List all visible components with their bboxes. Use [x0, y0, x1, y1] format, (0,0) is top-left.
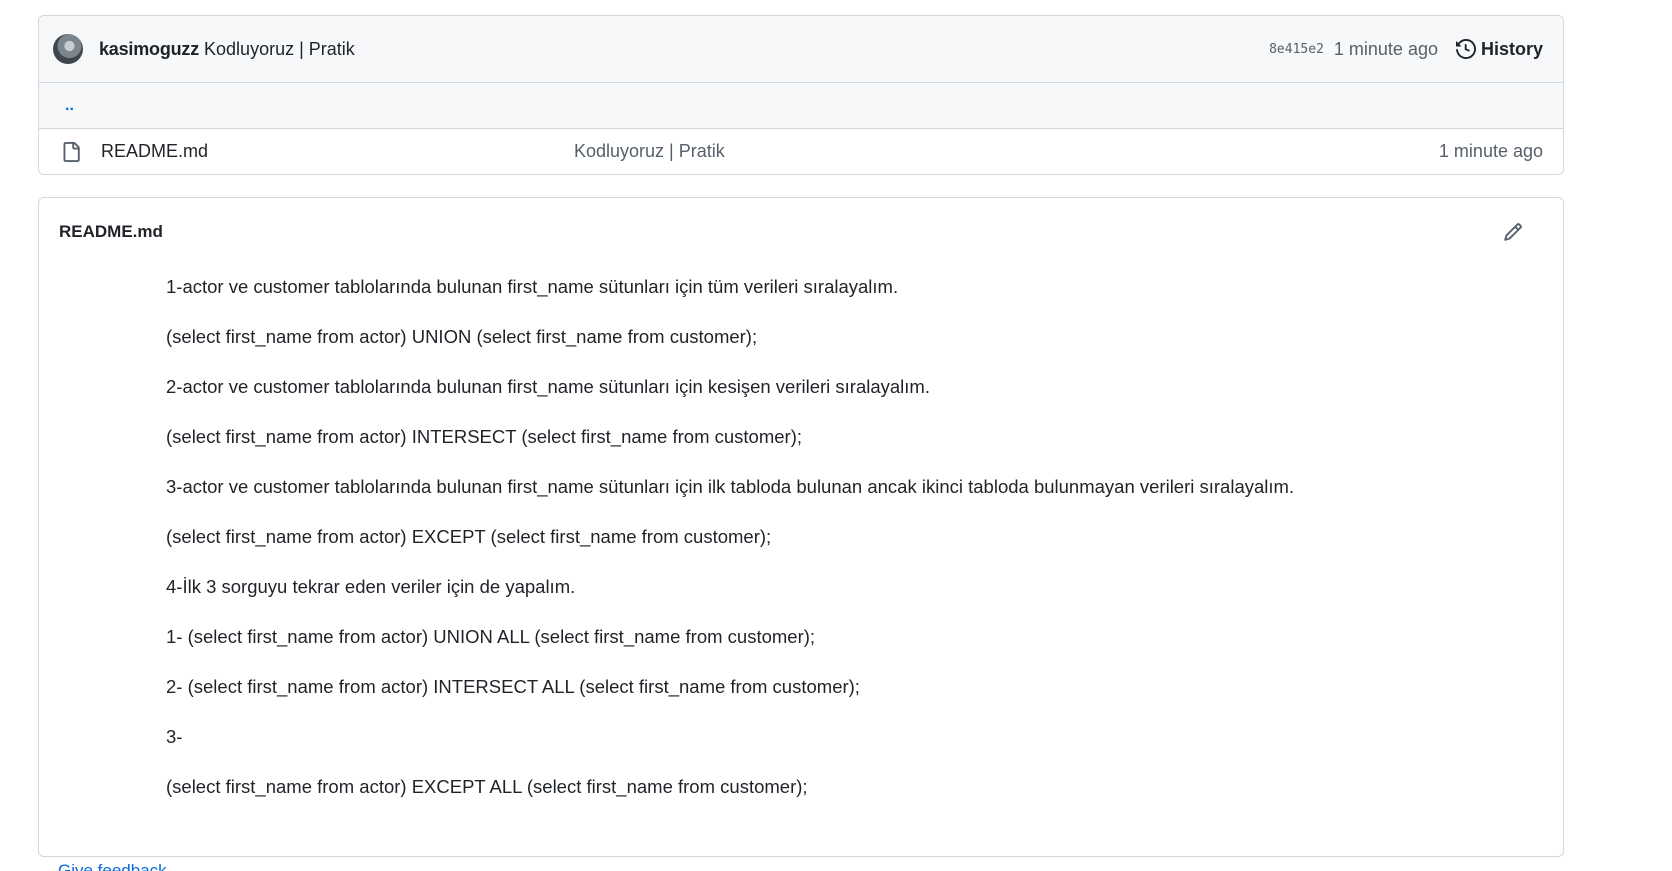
readme-title[interactable]: README.md: [59, 222, 163, 242]
history-label: History: [1480, 38, 1543, 59]
readme-paragraph: 2- (select first_name from actor) INTERS…: [166, 676, 860, 697]
readme-paragraph: (select first_name from actor) UNION (se…: [166, 326, 758, 347]
file-row: README.md Kodluyoruz | Pratik 1 minute a…: [39, 129, 1563, 174]
readme-paragraph: 1- (select first_name from actor) UNION …: [166, 626, 816, 647]
readme-paragraph: (select first_name from actor) EXCEPT (s…: [166, 526, 772, 547]
readme-box: README.md 1-actor ve customer tabloların…: [38, 197, 1564, 857]
readme-paragraph: (select first_name from actor) EXCEPT AL…: [166, 776, 808, 797]
readme-content: 1-actor ve customer tablolarında bulunan…: [39, 266, 1563, 798]
commit-message[interactable]: Kodluyoruz | Pratik: [204, 39, 355, 60]
readme-paragraph: 3-actor ve customer tablolarında bulunan…: [166, 476, 1295, 497]
commit-sha[interactable]: 8e415e2: [1269, 42, 1324, 57]
avatar[interactable]: [53, 34, 83, 64]
latest-commit-box: kasimoguzz Kodluyoruz | Pratik 8e415e2 1…: [38, 15, 1564, 175]
readme-paragraph: 4-İlk 3 sorguyu tekrar eden veriler için…: [166, 576, 576, 597]
readme-paragraph: 3-: [166, 726, 183, 747]
parent-directory-link[interactable]: ..: [65, 97, 74, 115]
file-commit-time: 1 minute ago: [1438, 141, 1543, 161]
readme-paragraph: 2-actor ve customer tablolarında bulunan…: [166, 376, 930, 397]
history-icon: [1455, 39, 1476, 59]
commit-time: 1 minute ago: [1333, 38, 1438, 59]
file-icon: [63, 141, 80, 162]
commit-header: kasimoguzz Kodluyoruz | Pratik 8e415e2 1…: [39, 16, 1563, 83]
history-button[interactable]: History: [1455, 38, 1543, 60]
file-commit-message[interactable]: Kodluyoruz | Pratik: [574, 141, 725, 162]
file-name-link[interactable]: README.md: [101, 141, 208, 162]
edit-button[interactable]: [1503, 222, 1523, 242]
give-feedback-link[interactable]: Give feedback: [58, 858, 167, 871]
readme-header: README.md: [39, 198, 1563, 266]
readme-paragraph: (select first_name from actor) INTERSECT…: [166, 426, 803, 447]
parent-directory-row[interactable]: ..: [39, 83, 1563, 129]
commit-author[interactable]: kasimoguzz: [99, 39, 199, 60]
pencil-icon: [1504, 223, 1522, 241]
readme-paragraph: 1-actor ve customer tablolarında bulunan…: [166, 276, 899, 297]
